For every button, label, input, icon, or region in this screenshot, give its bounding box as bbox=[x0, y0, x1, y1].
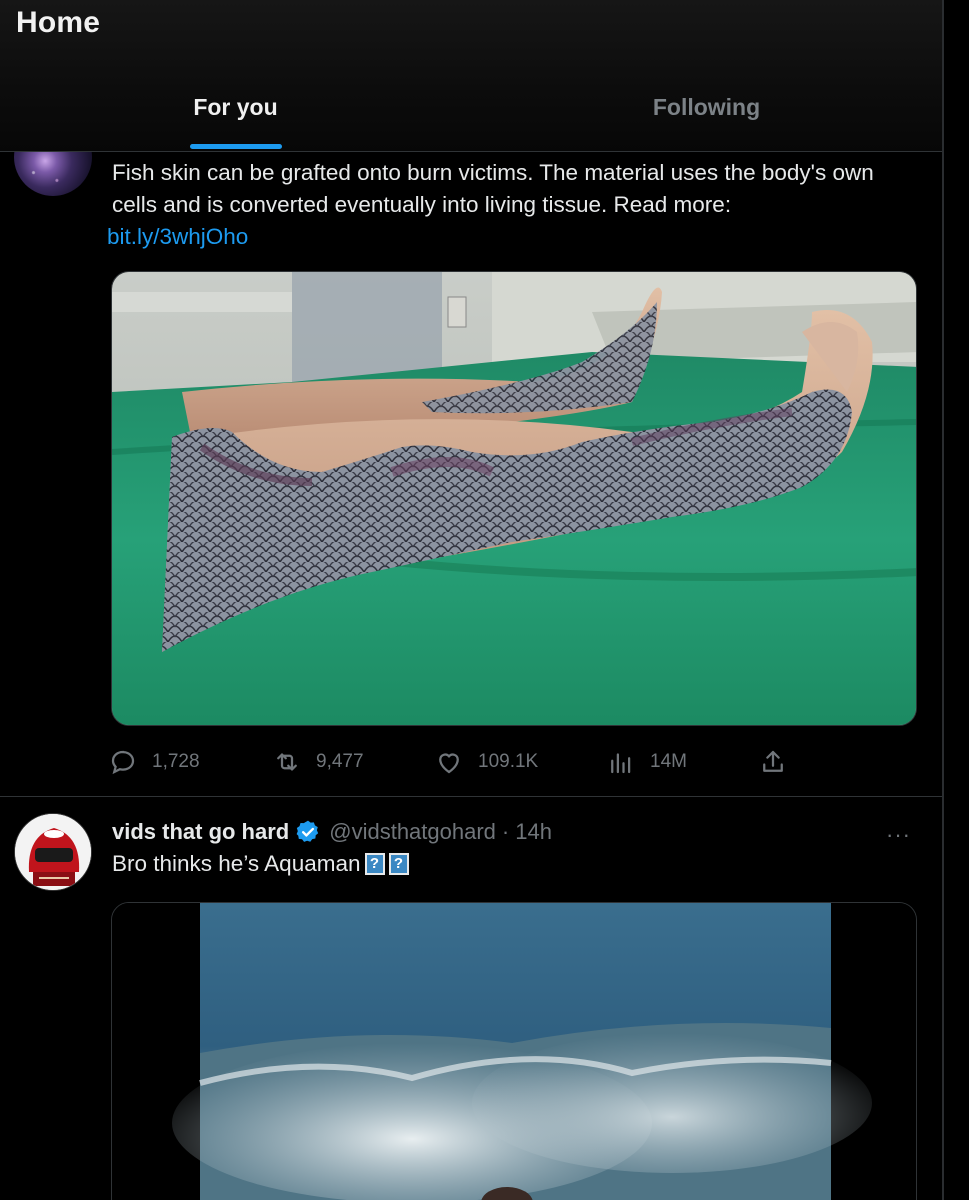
tweet-text: Bro thinks he’s Aquaman ? ? bbox=[112, 851, 409, 877]
retweet-count: 9,477 bbox=[316, 751, 364, 772]
red-helmet-avatar-icon bbox=[15, 814, 91, 890]
author-name[interactable]: vids that go hard bbox=[112, 819, 289, 845]
views-button[interactable]: 14M bbox=[606, 742, 687, 782]
reply-count: 1,728 bbox=[152, 751, 200, 772]
tweet-body: Bro thinks he’s Aquaman bbox=[112, 851, 361, 876]
reply-button[interactable]: 1,728 bbox=[108, 742, 200, 782]
home-timeline: Home For you Following Fish skin can be … bbox=[0, 0, 969, 1200]
missing-emoji-icon: ? bbox=[364, 853, 385, 875]
tweet-actions: 1,728 9,477 109.1K 14M bbox=[108, 742, 808, 782]
views-count: 14M bbox=[650, 751, 687, 772]
timestamp[interactable]: 14h bbox=[515, 819, 552, 845]
reply-icon bbox=[111, 750, 135, 775]
like-button[interactable]: 109.1K bbox=[434, 742, 538, 782]
verified-badge-icon bbox=[296, 820, 319, 842]
tab-label: For you bbox=[193, 94, 278, 120]
tweet-text: Fish skin can be grafted onto burn victi… bbox=[107, 157, 912, 253]
share-icon bbox=[763, 750, 783, 772]
author-handle[interactable]: @vidsthatgohard bbox=[329, 819, 496, 845]
views-chart-icon bbox=[611, 753, 631, 774]
like-count: 109.1K bbox=[478, 751, 539, 772]
heart-icon bbox=[439, 753, 459, 774]
author-avatar[interactable] bbox=[14, 813, 92, 891]
retweet-button[interactable]: 9,477 bbox=[272, 742, 364, 782]
missing-emoji-icon: ? bbox=[388, 853, 409, 875]
more-options-button[interactable]: ··· bbox=[886, 822, 911, 848]
tweet-link[interactable]: bit.ly/3whjOho bbox=[107, 221, 912, 253]
share-button[interactable] bbox=[758, 742, 788, 782]
tweet-photo[interactable] bbox=[111, 271, 917, 726]
header: Home For you Following bbox=[0, 0, 942, 152]
tab-following[interactable]: Following bbox=[471, 82, 942, 152]
tweet-divider bbox=[0, 796, 942, 797]
timeline-tabs: For you Following bbox=[0, 82, 942, 152]
active-tab-indicator bbox=[189, 144, 282, 149]
separator: · bbox=[501, 819, 510, 844]
tweet-header: vids that go hard @vidsthatgohard · 14h bbox=[112, 817, 552, 847]
tab-label: Following bbox=[652, 94, 761, 120]
tweet-video[interactable] bbox=[111, 902, 917, 1200]
column-border bbox=[942, 0, 944, 1200]
video-ocean-wave-icon bbox=[112, 903, 916, 1200]
retweet-icon bbox=[277, 753, 297, 771]
tab-for-you[interactable]: For you bbox=[0, 82, 471, 152]
tweet-body: Fish skin can be grafted onto burn victi… bbox=[112, 160, 874, 217]
page-title: Home bbox=[16, 6, 101, 39]
photo-legs-fish-skin-graft-icon bbox=[112, 272, 916, 725]
